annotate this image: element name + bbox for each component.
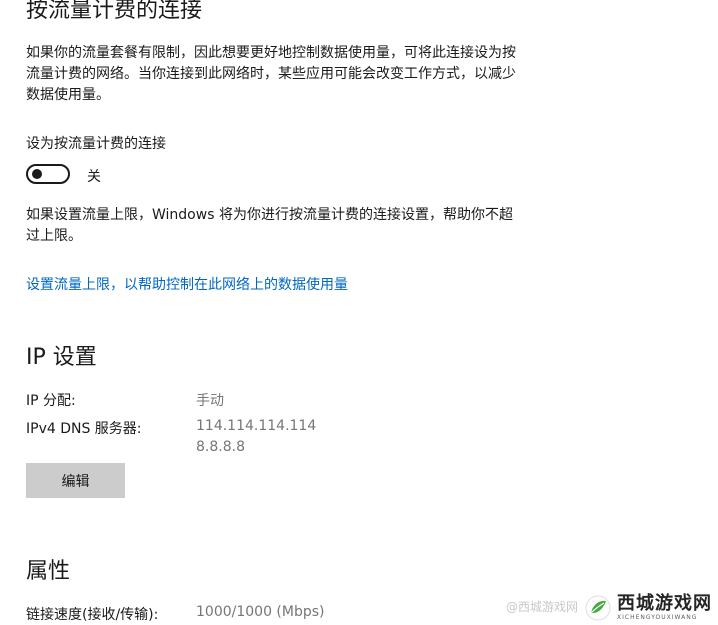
toggle-knob xyxy=(32,169,42,179)
ipv4-dns-primary: 114.114.114.114 xyxy=(196,418,317,434)
watermark: 西城游戏网 XICHENGYOUXIWANG xyxy=(585,595,712,621)
metered-toggle-switch[interactable] xyxy=(26,164,70,184)
properties-title: 属性 xyxy=(26,559,71,584)
leaf-logo-icon xyxy=(585,595,611,621)
watermark-sub-text: XICHENGYOUXIWANG xyxy=(617,614,698,621)
ip-settings-title: IP 设置 xyxy=(26,345,97,370)
ipv4-dns-label: IPv4 DNS 服务器: xyxy=(26,421,142,437)
set-data-limit-link[interactable]: 设置流量上限，以帮助控制在此网络上的数据使用量 xyxy=(26,274,348,294)
data-limit-note: 如果设置流量上限，Windows 将为你进行按流量计费的连接设置，帮助你不超过上… xyxy=(26,207,513,244)
link-speed-label: 链接速度(接收/传输): xyxy=(26,607,159,623)
watermark-faint-text: @西城游戏网 xyxy=(505,600,578,614)
ipv4-dns-secondary: 8.8.8.8 xyxy=(196,439,245,455)
metered-section-title: 按流量计费的连接 xyxy=(26,0,203,23)
metered-toggle-label: 设为按流量计费的连接 xyxy=(26,136,166,152)
link-speed-value: 1000/1000 (Mbps) xyxy=(196,604,325,620)
edit-ip-button[interactable]: 编辑 xyxy=(26,463,125,498)
metered-description: 如果你的流量套餐有限制，因此想要更好地控制数据使用量，可将此连接设为按流量计费的… xyxy=(26,45,516,103)
ip-assignment-label: IP 分配: xyxy=(26,393,76,409)
ip-assignment-value: 手动 xyxy=(196,393,224,409)
watermark-main-text: 西城游戏网 xyxy=(617,593,712,614)
metered-toggle-state: 关 xyxy=(87,169,101,185)
